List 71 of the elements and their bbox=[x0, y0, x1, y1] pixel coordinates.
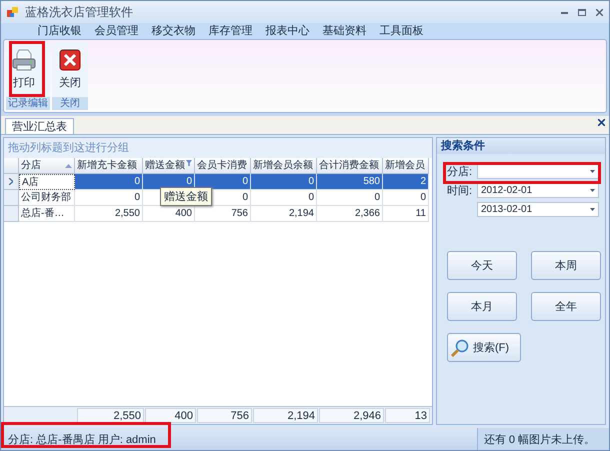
column-header[interactable]: 新增会员 bbox=[383, 158, 429, 174]
menu-item[interactable]: 基础资料 bbox=[316, 23, 373, 39]
period-button[interactable]: 今天 bbox=[447, 251, 517, 280]
period-button[interactable]: 全年 bbox=[531, 292, 601, 321]
table-cell: 0 bbox=[317, 190, 383, 206]
window-title: 蓝格洗衣店管理软件 bbox=[25, 4, 134, 20]
menu-item[interactable]: 门店收银 bbox=[31, 23, 88, 39]
column-header[interactable]: 合计消费金额 bbox=[317, 158, 383, 174]
table-cell: 2,366 bbox=[317, 206, 383, 222]
field-label: 分店: bbox=[447, 164, 474, 179]
ribbon-group-label: 记录编辑 bbox=[6, 97, 50, 110]
search-icon bbox=[451, 338, 469, 356]
table-cell: 总店-番… bbox=[19, 206, 75, 222]
group-by-hint: 拖动列标题到这进行分组 bbox=[4, 138, 432, 158]
dropdown-arrow-icon[interactable] bbox=[590, 170, 595, 173]
maximize-icon[interactable] bbox=[578, 8, 586, 16]
period-button[interactable]: 本周 bbox=[531, 251, 601, 280]
menu-item[interactable]: 报表中心 bbox=[259, 23, 316, 39]
ribbon-group-label: 关闭 bbox=[52, 97, 88, 110]
upload-status: 还有 0 幅图片未上传。 bbox=[476, 428, 609, 450]
table-cell: 0 bbox=[75, 190, 143, 206]
table-cell: 2,550 bbox=[75, 206, 143, 222]
table-cell: 580 bbox=[317, 174, 383, 190]
close-icon[interactable] bbox=[598, 119, 605, 126]
total-cell: 400 bbox=[145, 408, 196, 423]
header-corner bbox=[4, 158, 19, 174]
panel-title: 搜索条件 bbox=[437, 138, 605, 154]
field-label: 时间: bbox=[447, 184, 474, 198]
total-cell: 2,946 bbox=[319, 408, 384, 423]
close-button[interactable]: 关闭 bbox=[52, 42, 88, 97]
tooltip: 赠送金额 bbox=[160, 187, 212, 206]
document-tab[interactable]: 营业汇总表 bbox=[5, 118, 74, 134]
branch-dropdown[interactable] bbox=[477, 164, 599, 179]
status-text: 分店: 总店-番禺店 用户: admin bbox=[8, 432, 156, 446]
table-cell: 2 bbox=[383, 174, 429, 190]
column-header[interactable]: 会员卡消费 bbox=[195, 158, 251, 174]
close-icon bbox=[59, 49, 81, 71]
table-cell: 11 bbox=[383, 206, 429, 222]
print-button[interactable]: 打印 bbox=[6, 42, 42, 97]
total-cell: 2,550 bbox=[77, 408, 144, 423]
column-header[interactable]: 赠送金额 bbox=[143, 158, 195, 174]
menu-item[interactable]: 会员管理 bbox=[88, 23, 145, 39]
menu-item[interactable]: 工具面板 bbox=[373, 23, 430, 39]
total-cell: 756 bbox=[197, 408, 252, 423]
close-icon[interactable] bbox=[596, 8, 603, 16]
menu-item[interactable]: 库存管理 bbox=[202, 23, 259, 39]
app-icon bbox=[7, 6, 19, 18]
table-cell: 0 bbox=[251, 190, 317, 206]
filter-icon[interactable] bbox=[186, 160, 192, 166]
current-row-icon bbox=[9, 178, 13, 185]
printer-icon bbox=[12, 49, 36, 71]
total-cell: 2,194 bbox=[253, 408, 318, 423]
date-dropdown[interactable]: 2012-02-01 bbox=[477, 183, 599, 198]
table-cell: 0 bbox=[251, 174, 317, 190]
table-cell: 2,194 bbox=[251, 206, 317, 222]
menu-item[interactable]: 移交衣物 bbox=[145, 23, 202, 39]
minimize-icon[interactable] bbox=[561, 10, 568, 14]
search-button[interactable]: 搜索(F) bbox=[447, 333, 521, 362]
column-header[interactable]: 分店 bbox=[19, 158, 75, 174]
table-cell: 公司财务部 bbox=[19, 190, 75, 206]
table-cell: 0 bbox=[195, 174, 251, 190]
period-button[interactable]: 本月 bbox=[447, 292, 517, 321]
dropdown-arrow-icon[interactable] bbox=[590, 189, 595, 192]
column-header[interactable]: 新增充卡金额 bbox=[75, 158, 143, 174]
dropdown-arrow-icon[interactable] bbox=[590, 208, 595, 211]
table-cell: 0 bbox=[383, 190, 429, 206]
date-dropdown[interactable]: 2013-02-01 bbox=[477, 202, 599, 217]
row-indicator[interactable] bbox=[4, 174, 19, 190]
total-cell: 13 bbox=[385, 408, 430, 423]
column-header[interactable]: 新增会员余额 bbox=[251, 158, 317, 174]
table-cell: 0 bbox=[75, 174, 143, 190]
